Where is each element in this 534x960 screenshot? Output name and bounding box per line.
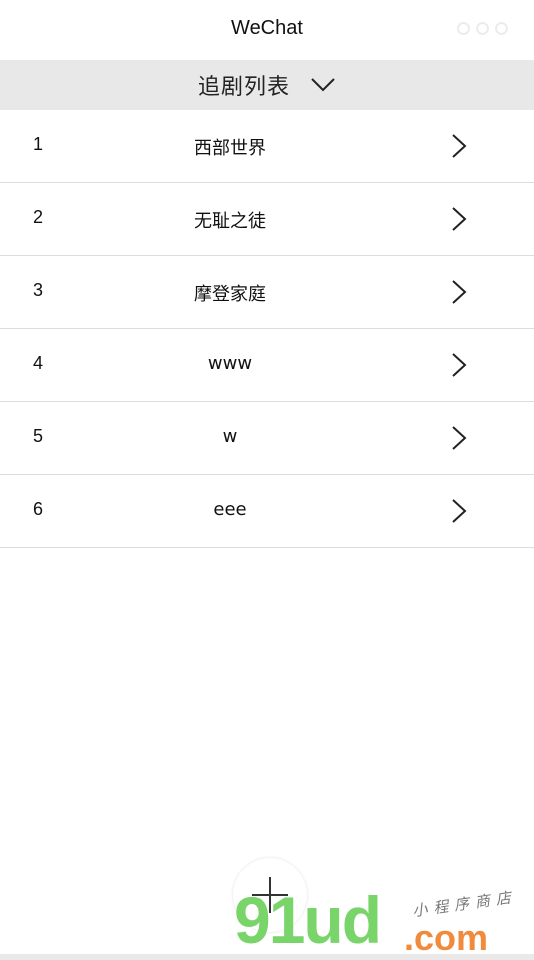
item-title: eee xyxy=(213,499,247,520)
dot-icon xyxy=(457,22,470,35)
list-item[interactable]: 5 w xyxy=(0,402,534,475)
list-item[interactable]: 2 无耻之徒 xyxy=(0,183,534,256)
item-index: 5 xyxy=(33,426,44,446)
chevron-right-icon xyxy=(452,207,467,231)
list-item[interactable]: 4 www xyxy=(0,329,534,402)
item-index: 2 xyxy=(33,207,44,227)
watermark-subtitle: 小程序商店 xyxy=(411,887,518,921)
bottom-edge xyxy=(0,954,534,960)
item-index: 6 xyxy=(33,499,44,519)
list-title: 追剧列表 xyxy=(197,75,290,100)
navigation-bar: WeChat xyxy=(0,0,534,60)
nav-title: WeChat xyxy=(231,17,303,39)
item-title: 西部世界 xyxy=(194,138,266,159)
list-header[interactable]: 追剧列表 xyxy=(0,60,534,110)
chevron-down-icon xyxy=(311,78,335,92)
chevron-right-icon xyxy=(452,426,467,450)
screen: WeChat 追剧列表 1 西部世界 2 无耻之徒 3 摩登家庭 4 www 5… xyxy=(0,0,534,960)
list-item[interactable]: 6 eee xyxy=(0,475,534,548)
show-list: 1 西部世界 2 无耻之徒 3 摩登家庭 4 www 5 w 6 eee xyxy=(0,110,534,548)
dot-icon xyxy=(495,22,508,35)
chevron-right-icon xyxy=(452,280,467,304)
chevron-right-icon xyxy=(452,134,467,158)
item-title: 摩登家庭 xyxy=(194,284,266,305)
item-title: www xyxy=(207,353,253,374)
dot-icon xyxy=(476,22,489,35)
plus-icon xyxy=(252,877,288,913)
chevron-right-icon xyxy=(452,353,467,377)
item-index: 1 xyxy=(33,134,44,154)
list-item[interactable]: 3 摩登家庭 xyxy=(0,256,534,329)
item-title: 无耻之徒 xyxy=(194,211,266,232)
item-index: 4 xyxy=(33,353,44,373)
watermark-domain: .com xyxy=(404,917,489,958)
list-item[interactable]: 1 西部世界 xyxy=(0,110,534,183)
menu-capsule[interactable] xyxy=(457,22,508,35)
add-button[interactable] xyxy=(233,858,307,932)
chevron-right-icon xyxy=(452,499,467,523)
item-index: 3 xyxy=(33,280,44,300)
item-title: w xyxy=(222,426,238,447)
